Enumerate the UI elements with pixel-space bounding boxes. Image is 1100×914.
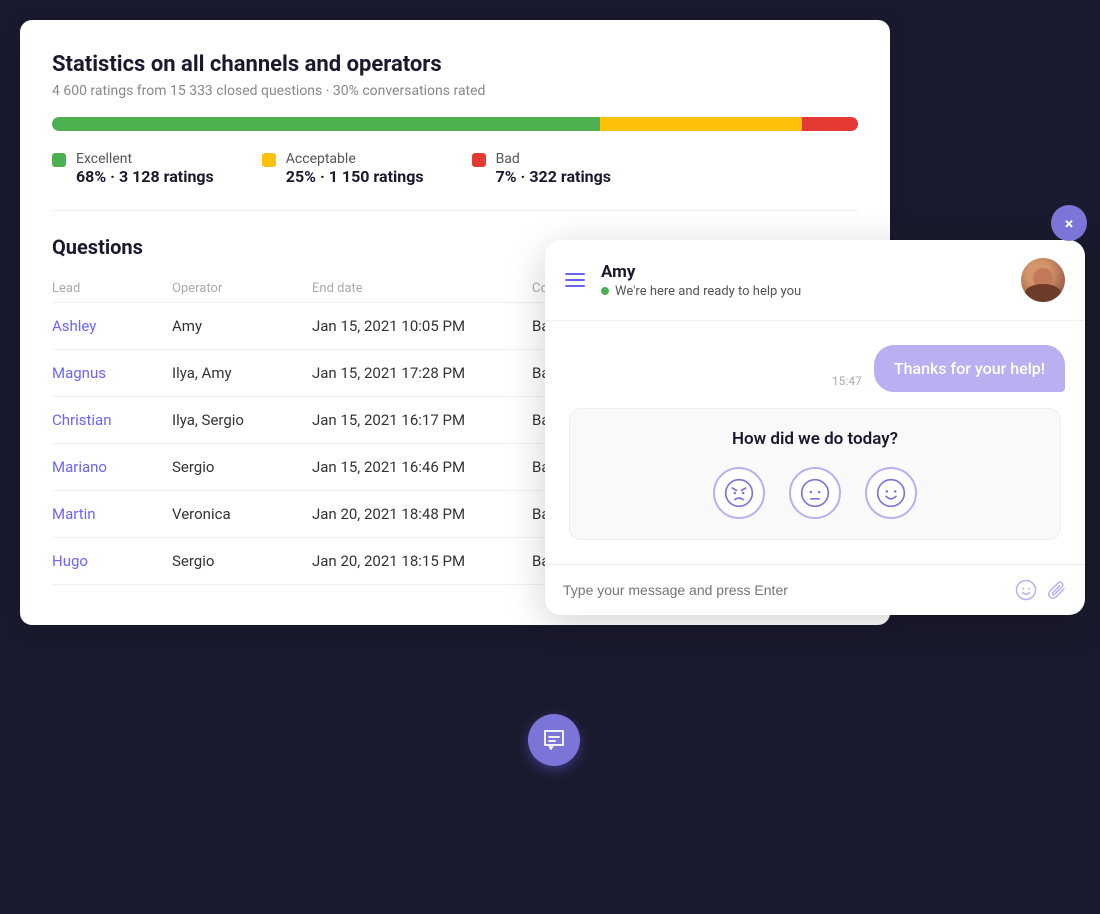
operator-name: Ilya, Amy xyxy=(172,364,312,382)
chat-input[interactable] xyxy=(563,582,1005,598)
chat-status: We're here and ready to help you xyxy=(601,284,1005,299)
chat-header-info: Amy We're here and ready to help you xyxy=(601,262,1005,299)
lead-name[interactable]: Christian xyxy=(52,411,172,429)
stats-title: Statistics on all channels and operators xyxy=(52,52,858,77)
feedback-question: How did we do today? xyxy=(594,429,1036,449)
acceptable-dot xyxy=(262,153,276,167)
operator-name: Amy xyxy=(172,317,312,335)
acceptable-value: 25% · 1 150 ratings xyxy=(286,167,424,186)
bad-value: 7% · 322 ratings xyxy=(496,167,611,186)
end-date: Jan 15, 2021 10:05 PM xyxy=(312,317,532,335)
operator-name: Sergio xyxy=(172,552,312,570)
avatar xyxy=(1021,258,1065,302)
operator-name: Sergio xyxy=(172,458,312,476)
end-date: Jan 15, 2021 16:46 PM xyxy=(312,458,532,476)
end-date: Jan 20, 2021 18:15 PM xyxy=(312,552,532,570)
emoji-picker-icon[interactable] xyxy=(1015,579,1037,601)
status-text: We're here and ready to help you xyxy=(615,284,801,299)
emoji-neutral-button[interactable] xyxy=(789,467,841,519)
bar-acceptable xyxy=(600,117,802,131)
operator-name: Veronica xyxy=(172,505,312,523)
end-date: Jan 20, 2021 18:48 PM xyxy=(312,505,532,523)
end-date: Jan 15, 2021 16:17 PM xyxy=(312,411,532,429)
bar-excellent xyxy=(52,117,600,131)
legend-excellent: Excellent 68% · 3 128 ratings xyxy=(52,151,214,186)
chat-header: Amy We're here and ready to help you xyxy=(545,240,1085,321)
chat-launcher-button[interactable] xyxy=(528,714,580,766)
chat-agent-name: Amy xyxy=(601,262,1005,282)
online-status-dot xyxy=(601,287,609,295)
lead-name[interactable]: Hugo xyxy=(52,552,172,570)
emoji-row xyxy=(594,467,1036,519)
stats-subtitle: 4 600 ratings from 15 333 closed questio… xyxy=(52,83,858,99)
bad-label: Bad xyxy=(496,151,611,167)
bar-bad xyxy=(802,117,858,131)
lead-name[interactable]: Martin xyxy=(52,505,172,523)
chat-input-area[interactable] xyxy=(545,564,1085,615)
hamburger-menu-icon[interactable] xyxy=(565,273,585,287)
lead-name[interactable]: Mariano xyxy=(52,458,172,476)
chat-widget: Amy We're here and ready to help you 15:… xyxy=(545,240,1085,615)
close-button[interactable]: × xyxy=(1051,205,1087,241)
col-enddate: End date xyxy=(312,281,532,296)
lead-name[interactable]: Ashley xyxy=(52,317,172,335)
message-row: 15:47 Thanks for your help! xyxy=(565,345,1065,392)
excellent-dot xyxy=(52,153,66,167)
excellent-value: 68% · 3 128 ratings xyxy=(76,167,214,186)
end-date: Jan 15, 2021 17:28 PM xyxy=(312,364,532,382)
col-lead: Lead xyxy=(52,281,172,296)
acceptable-label: Acceptable xyxy=(286,151,424,167)
chat-body: 15:47 Thanks for your help! How did we d… xyxy=(545,321,1085,564)
emoji-happy-button[interactable] xyxy=(865,467,917,519)
emoji-angry-button[interactable] xyxy=(713,467,765,519)
legend-acceptable: Acceptable 25% · 1 150 ratings xyxy=(262,151,424,186)
message-bubble: Thanks for your help! xyxy=(874,345,1065,392)
excellent-label: Excellent xyxy=(76,151,214,167)
legend-bad: Bad 7% · 322 ratings xyxy=(472,151,611,186)
col-operator: Operator xyxy=(172,281,312,296)
lead-name[interactable]: Magnus xyxy=(52,364,172,382)
operator-name: Ilya, Sergio xyxy=(172,411,312,429)
feedback-card: How did we do today? xyxy=(569,408,1061,540)
attachment-icon[interactable] xyxy=(1047,579,1067,601)
rating-bar xyxy=(52,117,858,131)
rating-legend: Excellent 68% · 3 128 ratings Acceptable… xyxy=(52,151,858,211)
bad-dot xyxy=(472,153,486,167)
message-time: 15:47 xyxy=(832,374,862,388)
